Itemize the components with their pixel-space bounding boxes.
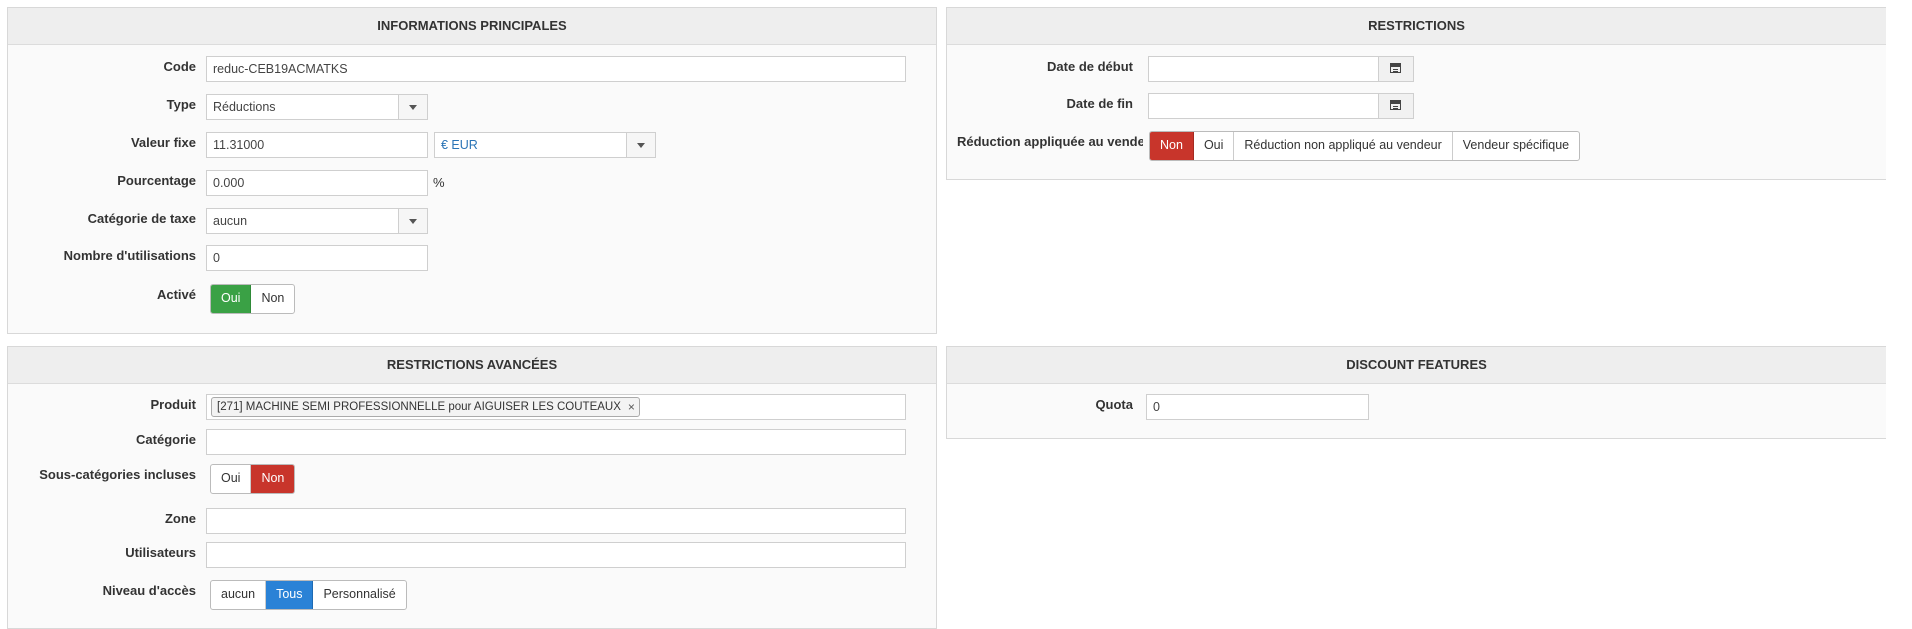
subcategories-toggle[interactable]: Oui Non [210, 464, 296, 494]
fixed-value-label: Valeur fixe [130, 135, 196, 150]
end-date-row: Date de fin [947, 93, 1886, 121]
quota-row: Quota 0 [947, 394, 1886, 422]
percent-unit: % [433, 175, 445, 190]
code-row: Code reduc-CEB19ACMATKS [8, 56, 936, 84]
zone-label: Zone [164, 511, 196, 526]
percentage-row: Pourcentage 0.000 % [8, 170, 936, 198]
vendor-option-oui[interactable]: Oui [1194, 132, 1235, 160]
users-input[interactable] [206, 542, 906, 568]
access-option-none[interactable]: aucun [211, 581, 267, 609]
vendor-toggle[interactable]: Non Oui Réduction non appliqué au vendeu… [1149, 131, 1581, 161]
fixed-value-row: Valeur fixe 11.31000 € EUR [8, 132, 936, 160]
calendar-icon [1390, 100, 1401, 110]
users-row: Utilisateurs [8, 542, 936, 570]
code-label: Code [163, 59, 197, 74]
vendor-row: Réduction appliquée au vendeur Non Oui R… [947, 131, 1886, 161]
tax-category-label: Catégorie de taxe [87, 211, 196, 226]
calendar-button[interactable] [1378, 94, 1413, 118]
subcategories-row: Sous-catégories incluses Oui Non [8, 464, 936, 494]
end-date-label: Date de fin [1066, 96, 1133, 111]
active-yes-button[interactable]: Oui [211, 285, 252, 313]
active-toggle[interactable]: Oui Non [210, 284, 296, 314]
active-label: Activé [156, 287, 196, 302]
subcategories-yes-button[interactable]: Oui [211, 465, 252, 493]
product-tag: [271] MACHINE SEMI PROFESSIONNELLE pour … [211, 397, 640, 417]
product-tag-label: [271] MACHINE SEMI PROFESSIONNELLE pour … [217, 401, 621, 413]
product-input[interactable]: [271] MACHINE SEMI PROFESSIONNELLE pour … [206, 394, 906, 420]
access-level-label: Niveau d'accès [102, 583, 196, 598]
type-row: Type Réductions [8, 94, 936, 122]
end-date-input[interactable] [1148, 93, 1414, 119]
vendor-option-specific[interactable]: Vendeur spécifique [1453, 132, 1579, 160]
percentage-input[interactable]: 0.000 [206, 170, 428, 196]
tax-category-select[interactable]: aucun [206, 208, 428, 234]
code-input[interactable]: reduc-CEB19ACMATKS [206, 56, 906, 82]
calendar-icon [1390, 63, 1401, 73]
calendar-button[interactable] [1378, 57, 1413, 81]
uses-row: Nombre d'utilisations 0 [8, 245, 936, 273]
panel-title: RESTRICTIONS AVANCÉES [8, 347, 936, 384]
vendor-label: Réduction appliquée au vendeur [957, 134, 1143, 149]
subcategories-no-button[interactable]: Non [251, 465, 295, 493]
close-icon[interactable]: × [628, 398, 635, 416]
currency-select[interactable]: € EUR [434, 132, 656, 158]
access-level-toggle[interactable]: aucun Tous Personnalisé [210, 580, 407, 610]
product-row: Produit [271] MACHINE SEMI PROFESSIONNEL… [8, 394, 936, 422]
category-label: Catégorie [136, 432, 196, 447]
category-input[interactable] [206, 429, 906, 455]
uses-input[interactable]: 0 [206, 245, 428, 271]
tax-category-row: Catégorie de taxe aucun [8, 208, 936, 236]
discount-features-panel: DISCOUNT FEATURES Quota 0 [946, 346, 1886, 439]
percentage-label: Pourcentage [117, 173, 196, 188]
currency-select-value: € EUR [441, 138, 478, 152]
users-label: Utilisateurs [125, 545, 196, 560]
panel-title: RESTRICTIONS [947, 8, 1886, 45]
type-select[interactable]: Réductions [206, 94, 428, 120]
start-date-input[interactable] [1148, 56, 1414, 82]
active-row: Activé Oui Non [8, 284, 936, 314]
quota-input[interactable]: 0 [1146, 394, 1369, 420]
start-date-row: Date de début [947, 56, 1886, 84]
chevron-down-icon[interactable] [626, 133, 655, 157]
chevron-down-icon[interactable] [398, 95, 427, 119]
uses-label: Nombre d'utilisations [63, 248, 196, 263]
product-label: Produit [150, 397, 197, 412]
subcategories-label: Sous-catégories incluses [39, 467, 196, 482]
tax-category-value: aucun [213, 214, 248, 228]
quota-label: Quota [1095, 397, 1133, 412]
panel-title: INFORMATIONS PRINCIPALES [8, 8, 936, 45]
zone-input[interactable] [206, 508, 906, 534]
main-info-panel: INFORMATIONS PRINCIPALES Code reduc-CEB1… [7, 7, 937, 334]
fixed-value-input[interactable]: 11.31000 [206, 132, 428, 158]
type-select-value: Réductions [213, 100, 276, 114]
restrictions-panel: RESTRICTIONS Date de début Date de fin R… [946, 7, 1886, 180]
access-option-custom[interactable]: Personnalisé [313, 581, 405, 609]
chevron-down-icon[interactable] [398, 209, 427, 233]
category-row: Catégorie [8, 429, 936, 457]
panel-title: DISCOUNT FEATURES [947, 347, 1886, 384]
access-level-row: Niveau d'accès aucun Tous Personnalisé [8, 580, 936, 610]
advanced-restrictions-panel: RESTRICTIONS AVANCÉES Produit [271] MACH… [7, 346, 937, 629]
type-label: Type [166, 97, 196, 112]
zone-row: Zone [8, 508, 936, 536]
access-option-all[interactable]: Tous [266, 581, 314, 609]
vendor-option-non[interactable]: Non [1150, 132, 1194, 160]
active-no-button[interactable]: Non [251, 285, 294, 313]
start-date-label: Date de début [1047, 59, 1133, 74]
vendor-option-not-applied[interactable]: Réduction non appliqué au vendeur [1234, 132, 1453, 160]
